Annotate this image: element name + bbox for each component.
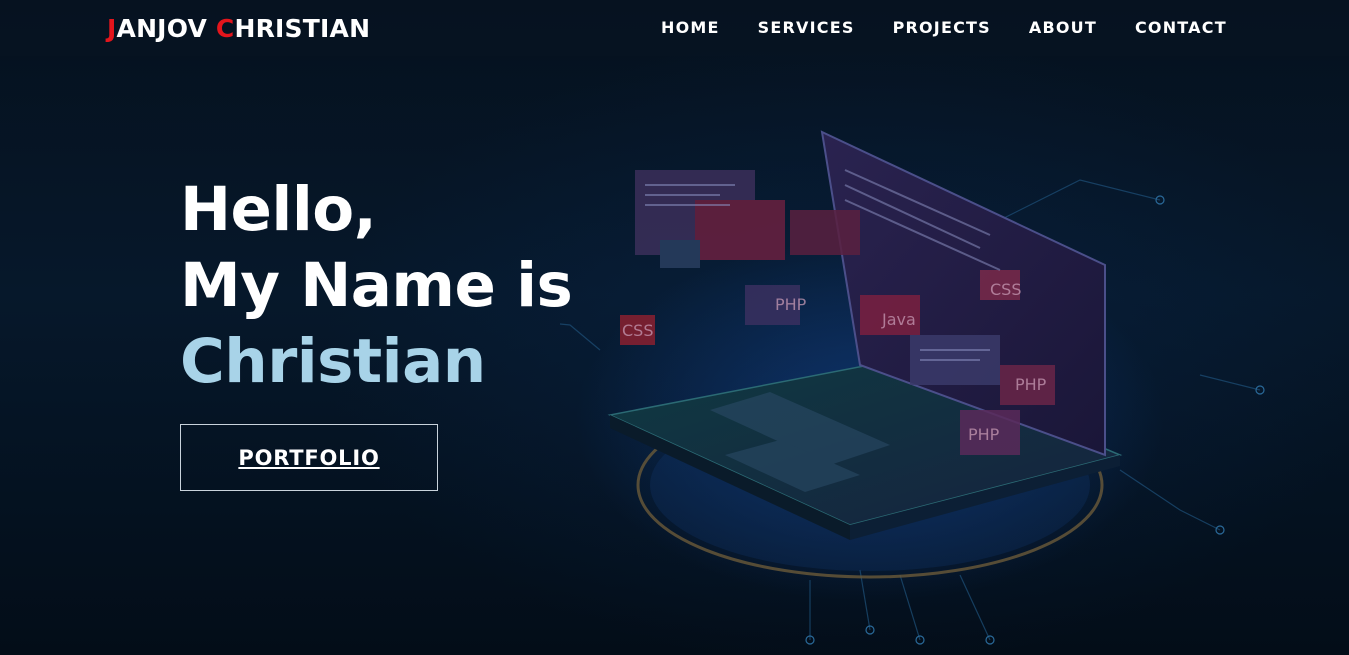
logo-first-name: ANJOV [116, 14, 216, 43]
portfolio-button[interactable]: PORTFOLIO [180, 424, 438, 491]
hero-intro: My Name is [180, 250, 573, 321]
panel-label-css: CSS [622, 321, 653, 340]
nav-services[interactable]: SERVICES [758, 18, 855, 37]
nav-contact[interactable]: CONTACT [1135, 18, 1227, 37]
nav-about[interactable]: ABOUT [1029, 18, 1097, 37]
panel-label-php: PHP [968, 425, 1000, 444]
hero-name: Christian [180, 326, 486, 397]
logo-initial-first: J [107, 14, 117, 43]
panel-label-php: PHP [775, 295, 807, 314]
site-logo[interactable]: JANJOV CHRISTIAN [107, 14, 370, 43]
panel-label-java: Java [881, 310, 916, 329]
logo-last-name: HRISTIAN [234, 14, 371, 43]
panel-label-css: CSS [990, 280, 1021, 299]
logo-initial-last: C [215, 14, 235, 43]
panel-label-php: PHP [1015, 375, 1047, 394]
nav-projects[interactable]: PROJECTS [893, 18, 991, 37]
main-nav: HOME SERVICES PROJECTS ABOUT CONTACT [661, 18, 1265, 37]
nav-home[interactable]: HOME [661, 18, 720, 37]
laptop-code-illustration: CSS PHP Java PHP PHP CSS [560, 130, 1265, 645]
hero-section: Hello, My Name is Christian [180, 172, 573, 400]
site-header: JANJOV CHRISTIAN HOME SERVICES PROJECTS … [0, 0, 1349, 56]
hero-greeting: Hello, [180, 174, 377, 245]
